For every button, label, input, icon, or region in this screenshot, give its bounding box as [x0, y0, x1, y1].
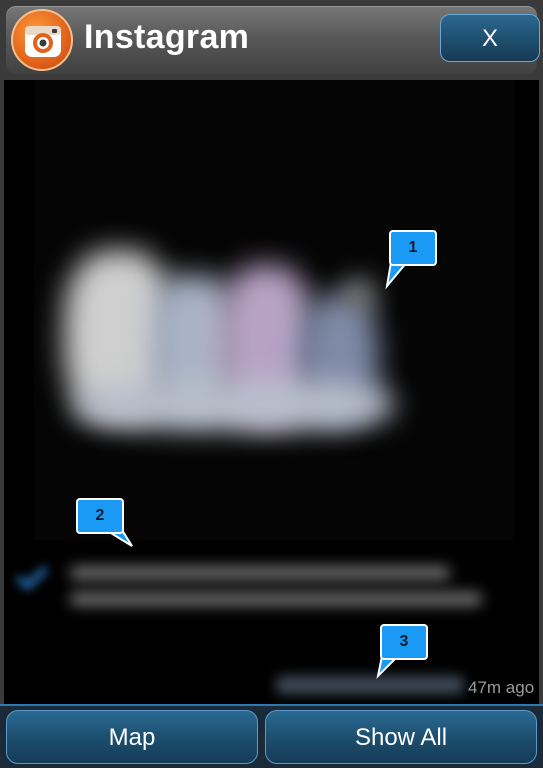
instagram-app-icon: [11, 9, 73, 71]
map-button[interactable]: Map: [6, 710, 258, 764]
popup-footer: Map Show All: [0, 706, 543, 768]
caption-line: [70, 566, 450, 580]
camera-icon: [25, 26, 61, 57]
verified-check-icon: [16, 565, 49, 590]
instagram-popup: Instagram X 47m ago 1 2 3 Map Show All: [0, 0, 543, 768]
post-content: 47m ago: [4, 80, 539, 704]
show-all-button[interactable]: Show All: [265, 710, 537, 764]
app-title: Instagram: [84, 18, 250, 56]
post-timestamp: 47m ago: [468, 678, 535, 697]
username[interactable]: [276, 676, 464, 694]
callout-badge: 1: [385, 230, 437, 290]
callout-badge: 2: [76, 498, 133, 547]
caption-line: [70, 592, 482, 606]
popup-header: Instagram X: [6, 6, 540, 74]
close-button[interactable]: X: [440, 14, 540, 62]
post-photo[interactable]: [34, 80, 514, 540]
callout-badge: 3: [376, 624, 428, 680]
